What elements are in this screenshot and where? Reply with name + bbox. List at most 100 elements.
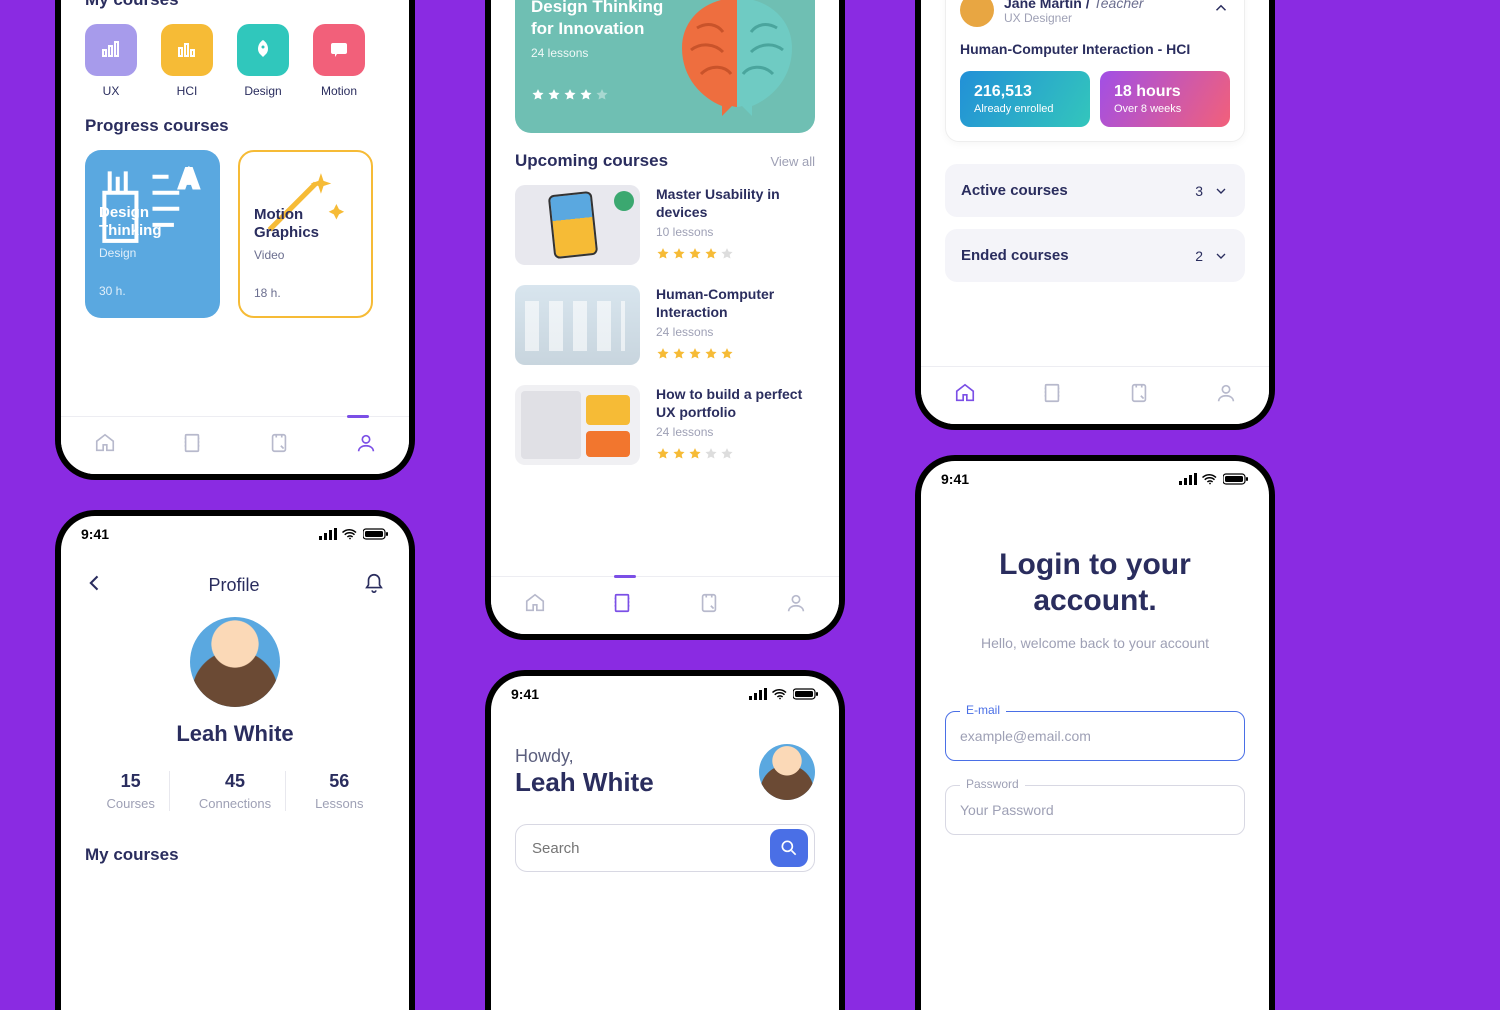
tab-profile[interactable] <box>1215 382 1237 409</box>
email-placeholder: example@email.com <box>960 728 1091 744</box>
upcoming-item[interactable]: Master Usability in devices 10 lessons <box>515 185 815 265</box>
tab-notes[interactable] <box>698 592 720 619</box>
category-label: HCI <box>177 84 198 98</box>
teacher-name-row: Jane Martin / Teacher <box>1004 0 1202 11</box>
tab-library[interactable] <box>1041 382 1063 409</box>
progress-card-hours: 30 h. <box>99 284 206 298</box>
course-rating <box>656 347 815 361</box>
progress-card[interactable]: Motion Graphics Video 18 h. <box>238 150 373 318</box>
tab-bar <box>491 576 839 634</box>
category-label: UX <box>103 84 120 98</box>
email-field[interactable]: E-mail example@email.com <box>945 711 1245 761</box>
avatar[interactable] <box>190 617 280 707</box>
tab-library[interactable] <box>181 432 203 459</box>
teacher-card: Jane Martin / Teacher UX Designer Human-… <box>945 0 1245 142</box>
chart-icon <box>161 24 213 76</box>
tab-home[interactable] <box>94 432 116 459</box>
upcoming-title: Upcoming courses <box>515 151 668 171</box>
tab-bar <box>921 366 1269 424</box>
rocket-icon <box>237 24 289 76</box>
tab-library[interactable] <box>611 592 633 619</box>
screen-profile: 9:41 Profile Leah White 15Courses 45Conn… <box>55 510 415 1010</box>
tab-profile[interactable] <box>355 432 377 459</box>
brain-illustration <box>667 0 807 118</box>
progress-card[interactable]: A Design Thinking Design 30 h. <box>85 150 220 318</box>
svg-text:A: A <box>179 166 198 193</box>
status-time: 9:41 <box>81 526 109 542</box>
tab-home[interactable] <box>524 592 546 619</box>
teacher-job: UX Designer <box>1004 11 1202 25</box>
tab-bar <box>61 416 409 474</box>
hours-chip: 18 hours Over 8 weeks <box>1100 71 1230 127</box>
course-thumbnail <box>515 185 640 265</box>
status-time: 9:41 <box>941 471 969 487</box>
chart-icon <box>85 24 137 76</box>
upcoming-item[interactable]: How to build a perfect UX portfolio 24 l… <box>515 385 815 465</box>
login-subtitle: Hello, welcome back to your account <box>945 635 1245 651</box>
progress-card-sub: Video <box>254 248 357 262</box>
category-label: Design <box>244 84 281 98</box>
tab-notes[interactable] <box>268 432 290 459</box>
status-icons <box>1179 472 1249 486</box>
stat-connections: 45Connections <box>185 771 286 811</box>
view-all-link[interactable]: View all <box>770 154 815 169</box>
ended-courses-row[interactable]: Ended courses 2 <box>945 229 1245 282</box>
password-field[interactable]: Password Your Password <box>945 785 1245 835</box>
course-rating <box>656 247 815 261</box>
course-thumbnail <box>515 285 640 365</box>
bell-icon[interactable] <box>363 572 385 599</box>
featured-title: Design Thinking for Innovation <box>531 0 671 40</box>
search-input[interactable] <box>532 840 770 857</box>
teacher-course: Human-Computer Interaction - HCI <box>960 41 1230 57</box>
category-hci[interactable]: HCI <box>161 24 213 98</box>
email-label: E-mail <box>960 703 1006 717</box>
avatar[interactable] <box>759 744 815 800</box>
teacher-avatar <box>960 0 994 27</box>
user-name: Leah White <box>515 767 654 798</box>
profile-name: Leah White <box>85 721 385 747</box>
screen-login: 9:41 Login to your account. Hello, welco… <box>915 455 1275 1010</box>
page-title: Profile <box>208 575 259 596</box>
category-ux[interactable]: UX <box>85 24 137 98</box>
progress-card-sub: Design <box>99 246 206 260</box>
featured-course-card[interactable]: Design Thinking for Innovation 24 lesson… <box>515 0 815 133</box>
tab-home[interactable] <box>954 382 976 409</box>
search-button[interactable] <box>770 829 808 867</box>
course-title: Master Usability in devices <box>656 185 815 221</box>
status-icons <box>749 687 819 701</box>
pencil-holder-icon: A <box>99 166 206 196</box>
my-courses-title: My courses <box>85 845 385 865</box>
chevron-down-icon <box>1213 183 1229 199</box>
course-title: How to build a perfect UX portfolio <box>656 385 815 421</box>
chat-icon <box>313 24 365 76</box>
active-courses-row[interactable]: Active courses 3 <box>945 164 1245 217</box>
upcoming-item[interactable]: Human-Computer Interaction 24 lessons <box>515 285 815 365</box>
back-button[interactable] <box>85 573 105 598</box>
my-courses-title: My courses <box>85 0 385 10</box>
stat-lessons: 56Lessons <box>301 771 377 811</box>
course-rating <box>656 447 815 461</box>
category-label: Motion <box>321 84 357 98</box>
tab-profile[interactable] <box>785 592 807 619</box>
progress-card-hours: 18 h. <box>254 286 357 300</box>
course-lessons: 10 lessons <box>656 225 815 239</box>
screen-courses: My courses UX HCI Design Motion Progress… <box>55 0 415 480</box>
search-bar[interactable] <box>515 824 815 872</box>
login-title: Login to your account. <box>945 547 1245 619</box>
screen-upcoming: Design Thinking for Innovation 24 lesson… <box>485 0 845 640</box>
category-motion[interactable]: Motion <box>313 24 365 98</box>
status-time: 9:41 <box>511 686 539 702</box>
progress-title: Progress courses <box>85 116 385 136</box>
stat-courses: 15Courses <box>92 771 169 811</box>
password-label: Password <box>960 777 1025 791</box>
screen-home: 9:41 Howdy, Leah White <box>485 670 845 1010</box>
course-lessons: 24 lessons <box>656 425 815 439</box>
category-design[interactable]: Design <box>237 24 289 98</box>
wand-icon <box>254 168 357 198</box>
course-thumbnail <box>515 385 640 465</box>
status-icons <box>319 527 389 541</box>
collapse-button[interactable] <box>1212 0 1230 22</box>
tab-notes[interactable] <box>1128 382 1150 409</box>
course-title: Human-Computer Interaction <box>656 285 815 321</box>
password-placeholder: Your Password <box>960 802 1054 818</box>
